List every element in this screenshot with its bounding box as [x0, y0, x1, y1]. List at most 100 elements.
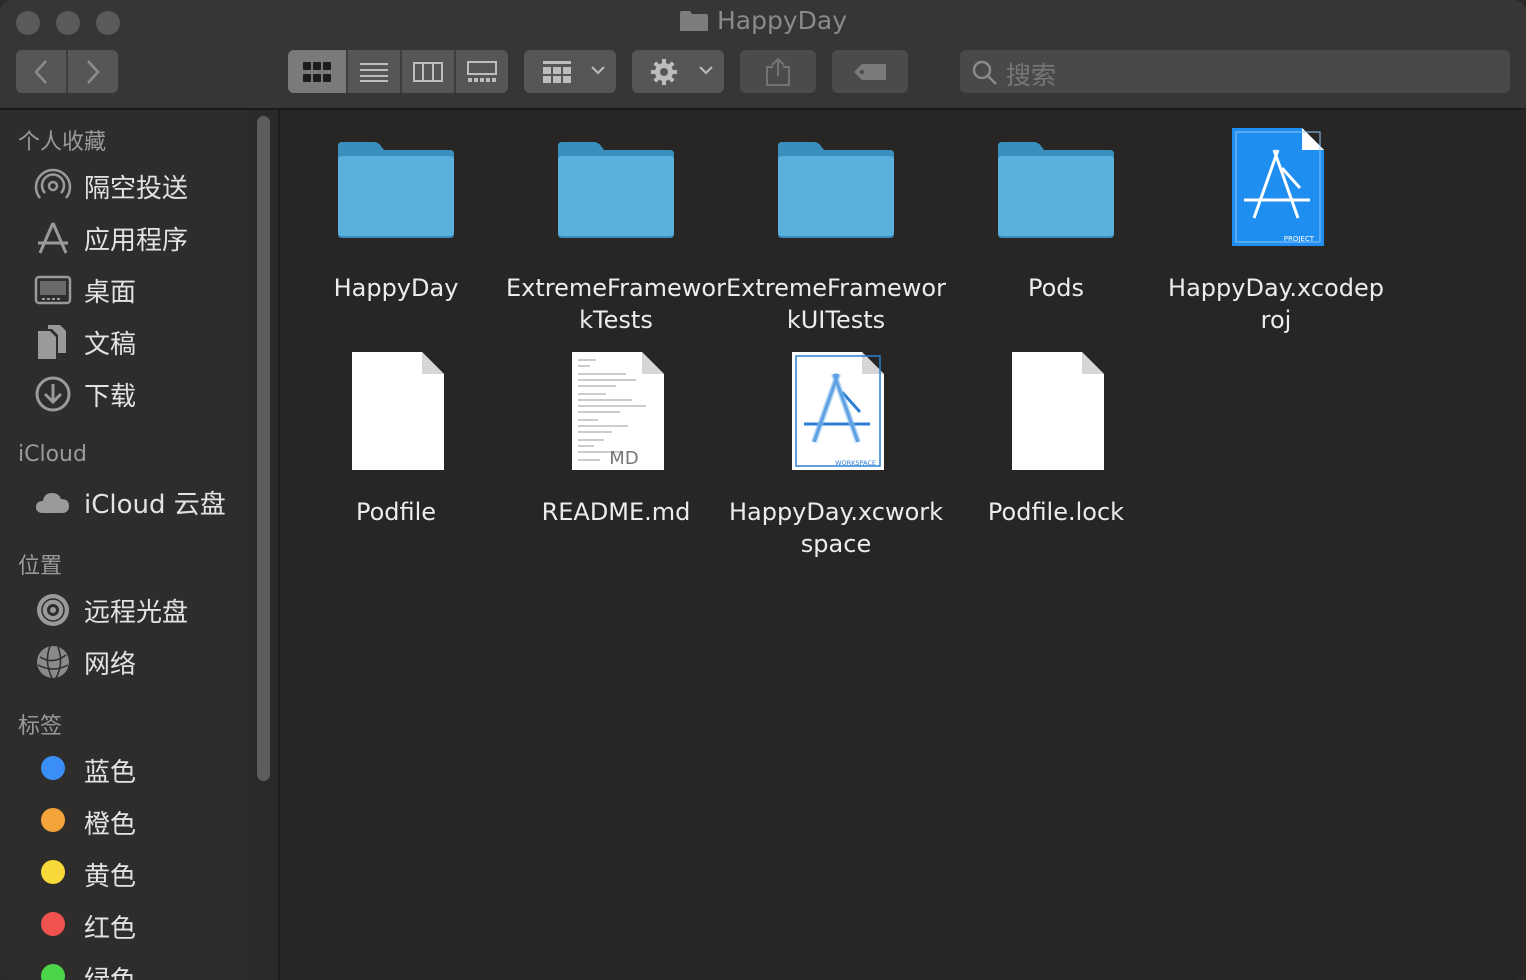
window-title-text: HappyDay: [716, 6, 848, 35]
view-mode-group: [288, 50, 508, 93]
chevron-left-icon: [16, 50, 66, 93]
remote-disc-icon: [34, 591, 72, 629]
file-name: ExtremeFramewor kTests: [506, 274, 726, 334]
tag-color-dot-icon: [41, 860, 65, 884]
sidebar-item-label: 蓝色: [84, 758, 137, 788]
file-name: Podfile.lock: [987, 498, 1125, 526]
file-name: Pods: [1027, 274, 1085, 302]
xcode-workspace-icon: WORKSPACE: [776, 352, 896, 472]
file-item[interactable]: ExtremeFramewor kUITests: [726, 128, 946, 348]
file-name: HappyDay.xcodep roj: [1168, 274, 1384, 334]
sidebar-item-tag-red[interactable]: 红色: [34, 902, 246, 948]
share-icon: [740, 50, 816, 93]
finder-window: HappyDay 搜索 个人收藏 隔空投送 应用程序 桌面 文稿 下载 iClo…: [0, 0, 1526, 980]
sidebar-item-network[interactable]: 网络: [34, 638, 246, 684]
markdown-file-icon: MD: [556, 352, 676, 472]
downloads-icon: [34, 375, 72, 413]
chevron-down-icon: [590, 62, 606, 78]
folder-icon: [336, 128, 456, 248]
sidebar-item-label: 红色: [84, 914, 137, 944]
sidebar-item-tag-green[interactable]: 绿色: [34, 954, 246, 980]
search-field[interactable]: 搜索: [960, 50, 1510, 93]
action-menu-button[interactable]: [632, 50, 724, 93]
sidebar-scrollbar[interactable]: [248, 110, 280, 980]
file-item[interactable]: HappyDay: [286, 128, 506, 318]
sidebar-item-label: 应用程序: [84, 226, 189, 256]
svg-text:WORKSPACE: WORKSPACE: [835, 459, 876, 467]
sidebar-item-airdrop[interactable]: 隔空投送: [34, 162, 246, 208]
folder-icon: [776, 128, 896, 248]
gallery-view-button[interactable]: [456, 50, 508, 93]
file-item[interactable]: PROJECT HappyDay.xcodep roj: [1166, 128, 1386, 348]
svg-text:PROJECT: PROJECT: [1284, 235, 1315, 243]
tag-color-dot-icon: [41, 756, 65, 780]
tag-color-dot-icon: [41, 808, 65, 832]
tag-color-dot-icon: [41, 964, 65, 980]
file-name: HappyDay: [333, 274, 459, 302]
gallery-icon: [456, 50, 508, 93]
file-name: ExtremeFramewor kUITests: [726, 274, 946, 334]
file-item[interactable]: MD README.md: [506, 352, 726, 542]
list-view-button[interactable]: [348, 50, 400, 93]
window-title: HappyDay: [0, 6, 1526, 35]
tag-color-dot-icon: [41, 912, 65, 936]
airdrop-icon: [34, 167, 72, 205]
file-name: HappyDay.xcwork space: [728, 498, 944, 558]
file-item[interactable]: Podfile: [286, 352, 506, 542]
file-item[interactable]: ExtremeFramewor kTests: [506, 128, 726, 348]
chevron-right-icon: [68, 50, 118, 93]
sidebar-item-desktop[interactable]: 桌面: [34, 266, 246, 312]
sidebar-item-icloud-drive[interactable]: iCloud 云盘: [34, 478, 246, 524]
svg-text:MD: MD: [609, 448, 638, 469]
network-icon: [34, 643, 72, 681]
sidebar: 个人收藏 隔空投送 应用程序 桌面 文稿 下载 iCloud iCloud 云盘…: [0, 110, 248, 980]
group-grid-icon: [542, 60, 572, 88]
sidebar-item-documents[interactable]: 文稿: [34, 318, 246, 364]
sidebar-item-label: 绿色: [84, 960, 136, 980]
sidebar-item-tag-orange[interactable]: 橙色: [34, 798, 246, 844]
sidebar-item-downloads[interactable]: 下载: [34, 370, 246, 416]
documents-icon: [34, 323, 72, 361]
folder-icon: [679, 9, 709, 31]
sidebar-section-locations: 位置: [18, 554, 63, 579]
list-icon: [348, 50, 400, 93]
sidebar-item-tag-blue[interactable]: 蓝色: [34, 746, 246, 792]
tag-button[interactable]: [832, 50, 908, 93]
gear-icon: [650, 58, 678, 90]
document-icon: [996, 352, 1116, 472]
desktop-icon: [34, 271, 72, 309]
file-name: Podfile: [355, 498, 437, 526]
sidebar-item-label: 隔空投送: [84, 174, 189, 204]
sidebar-item-applications[interactable]: 应用程序: [34, 214, 246, 260]
file-icon-grid: HappyDay ExtremeFramewor kTests ExtremeFr…: [280, 110, 1526, 980]
file-item[interactable]: WORKSPACE HappyDay.xcwork space: [726, 352, 946, 572]
scrollbar-thumb[interactable]: [257, 116, 270, 781]
sidebar-item-tag-yellow[interactable]: 黄色: [34, 850, 246, 896]
group-by-button[interactable]: [524, 50, 616, 93]
folder-icon: [556, 128, 676, 248]
document-icon: [336, 352, 456, 472]
sidebar-item-label: 桌面: [84, 278, 137, 308]
navigation-group: [16, 50, 118, 93]
forward-button[interactable]: [68, 50, 118, 93]
sidebar-item-label: 文稿: [84, 330, 137, 360]
applications-icon: [34, 219, 72, 257]
sidebar-section-tags: 标签: [18, 714, 63, 739]
file-name: README.md: [541, 498, 691, 526]
sidebar-item-label: 黄色: [84, 862, 137, 892]
share-button[interactable]: [740, 50, 816, 93]
toolbar: HappyDay 搜索: [0, 0, 1526, 110]
file-item[interactable]: Podfile.lock: [946, 352, 1166, 542]
icloud-icon: [34, 483, 72, 521]
search-icon: [972, 60, 998, 90]
tag-icon: [832, 50, 908, 93]
back-button[interactable]: [16, 50, 66, 93]
icon-view-button[interactable]: [288, 50, 346, 93]
sidebar-item-label: 远程光盘: [84, 598, 189, 628]
sidebar-item-remote-disc[interactable]: 远程光盘: [34, 586, 246, 632]
column-view-button[interactable]: [402, 50, 454, 93]
file-item[interactable]: Pods: [946, 128, 1166, 318]
sidebar-item-label: 橙色: [84, 810, 137, 840]
grid-icon: [288, 50, 346, 93]
sidebar-item-label: 下载: [84, 382, 137, 412]
